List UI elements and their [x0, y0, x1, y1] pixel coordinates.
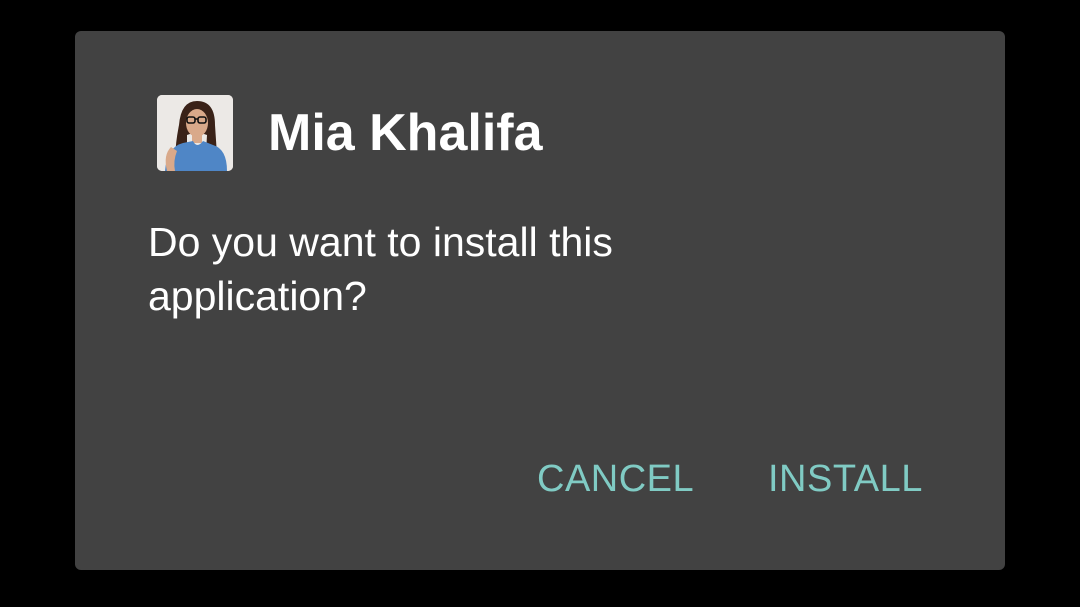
- app-icon: [157, 95, 233, 171]
- install-dialog: Mia Khalifa Do you want to install this …: [75, 31, 1005, 570]
- cancel-button[interactable]: CANCEL: [537, 454, 694, 504]
- app-name: Mia Khalifa: [268, 104, 543, 162]
- install-button[interactable]: INSTALL: [768, 454, 923, 504]
- install-prompt-message: Do you want to install this application?: [148, 219, 613, 319]
